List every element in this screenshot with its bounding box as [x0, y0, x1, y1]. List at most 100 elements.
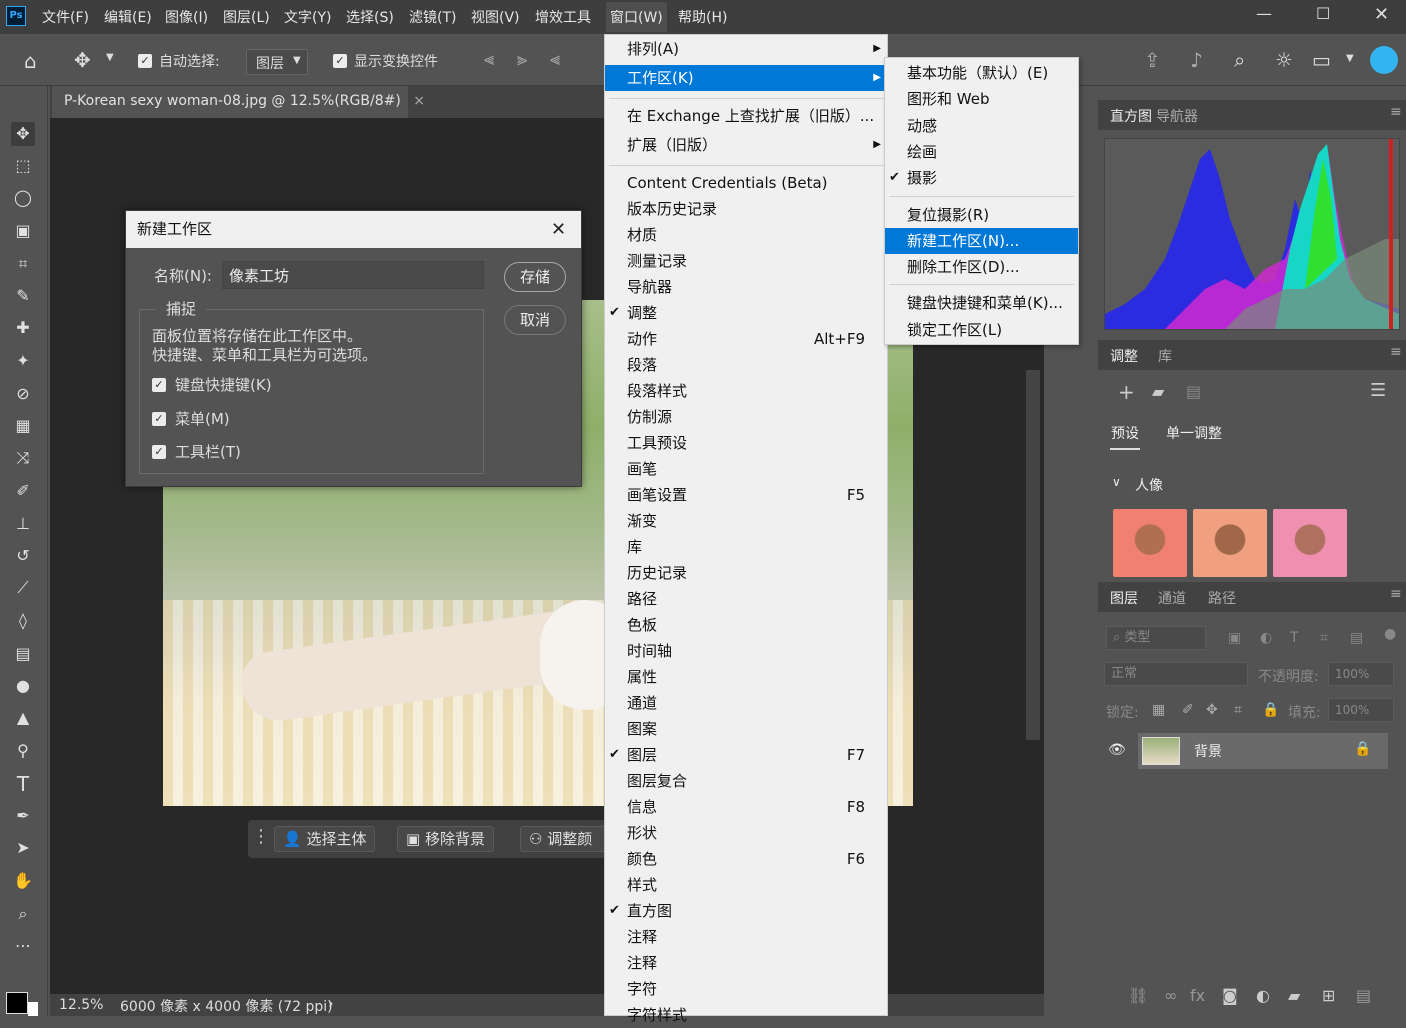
foreground-color-swatch[interactable] [6, 992, 28, 1014]
window-menu-item[interactable]: 历史记录 [605, 560, 887, 586]
tab-paths[interactable]: 路径 [1208, 588, 1236, 608]
shuffle-tool-icon[interactable]: ⤨ [11, 446, 35, 470]
eyedropper-tool-icon[interactable]: ✎ [11, 284, 35, 308]
healing-tool-icon[interactable]: ✚ [11, 316, 35, 340]
menu-0[interactable]: 文件(F) [42, 7, 89, 27]
window-menu-item[interactable]: 库 [605, 534, 887, 560]
link-layers-icon[interactable]: ∞ [1164, 986, 1177, 1005]
new-layer-icon[interactable]: ⊞ [1322, 986, 1335, 1005]
menu-5[interactable]: 选择(S) [346, 7, 394, 27]
move-tool-icon[interactable]: ✥ [11, 122, 35, 146]
brush-tool-icon[interactable]: ✐ [11, 479, 35, 503]
type-tool-icon[interactable]: T [11, 772, 35, 796]
panel-menu-icon[interactable]: ≡ [1390, 344, 1402, 360]
preset-thumbnail[interactable] [1273, 509, 1347, 577]
window-menu-item[interactable]: 调整 ✔ [605, 300, 887, 326]
window-menu-item[interactable]: 时间轴 [605, 638, 887, 664]
mask-icon[interactable]: ◙ [1222, 986, 1238, 1005]
select-subject-button[interactable]: 👤 选择主体 [274, 826, 376, 852]
window-menu-item[interactable]: 仿制源 [605, 404, 887, 430]
folder-icon[interactable]: ▰ [1152, 382, 1164, 401]
trash-icon[interactable]: ▤ [1186, 382, 1201, 401]
filter-toggle-icon[interactable]: ● [1384, 626, 1396, 642]
new-fill-layer-icon[interactable]: ◐ [1256, 986, 1270, 1005]
home-icon[interactable]: ⌂ [24, 49, 37, 73]
group-folder-icon[interactable]: ▰ [1288, 986, 1300, 1005]
window-menu-item[interactable]: 直方图 ✔ [605, 898, 887, 924]
lock-position-icon[interactable]: ✥ [1206, 702, 1218, 718]
preset-thumbnail[interactable] [1113, 509, 1187, 577]
link-icon[interactable]: ⛓ [1128, 986, 1148, 1005]
window-menu-item[interactable]: 在 Exchange 上查找扩展（旧版）... [605, 103, 887, 129]
vertical-scrollbar[interactable] [1026, 370, 1040, 740]
workspace-menu-item[interactable]: 复位摄影(R) [885, 202, 1078, 228]
bell-icon[interactable]: ♪ [1190, 48, 1203, 72]
tab-presets[interactable]: 预设 [1111, 423, 1139, 443]
window-menu-item[interactable]: 字符 [605, 976, 887, 1002]
close-tab-icon[interactable]: × [413, 93, 425, 109]
gradient-tool-icon[interactable]: ▤ [11, 642, 35, 666]
tab-library[interactable]: 库 [1158, 346, 1172, 366]
menu-7[interactable]: 视图(V) [471, 7, 520, 27]
minimize-icon[interactable]: — [1256, 4, 1272, 23]
document-tab[interactable]: P-Korean sexy woman-08.jpg @ 12.5%(RGB/8… [52, 86, 425, 118]
panel-menu-icon[interactable]: ≡ [1390, 104, 1402, 120]
auto-select-checkbox[interactable]: ✓ [138, 54, 152, 68]
menu-6[interactable]: 滤镜(T) [409, 7, 456, 27]
delete-layer-icon[interactable]: ▤ [1356, 986, 1371, 1005]
close-icon[interactable]: ✕ [551, 219, 566, 240]
path-select-tool-icon[interactable]: ➤ [11, 836, 35, 860]
stamp-tool-icon[interactable]: ⊥ [11, 512, 35, 536]
art-brush-tool-icon[interactable]: ⟋ [11, 576, 35, 600]
workspace-menu-item[interactable]: 新建工作区(N)... [885, 227, 1078, 254]
object-select-tool-icon[interactable]: ▣ [11, 219, 35, 243]
layer-row[interactable]: 背景 🔒 [1138, 733, 1388, 769]
toolbar-checkbox[interactable]: ✓ [152, 445, 166, 459]
fx-icon[interactable]: fx [1190, 986, 1205, 1005]
workspace-menu-item[interactable]: 键盘快捷键和菜单(K)... [885, 290, 1078, 316]
adjust-button[interactable]: ⚇ 调整颜 [520, 826, 616, 852]
bandage-tool-icon[interactable]: ⊘ [11, 382, 35, 406]
window-menu-item[interactable]: 动作 Alt+F9 [605, 326, 887, 352]
blend-mode-select[interactable]: 正常 [1104, 662, 1248, 686]
fill-field[interactable]: 100% [1328, 698, 1394, 722]
smart-object-filter-icon[interactable]: ▤ [1350, 630, 1363, 646]
chevron-down-icon[interactable]: ▼ [106, 52, 114, 63]
menu-4[interactable]: 文字(Y) [284, 7, 331, 27]
workspace-icon[interactable]: ▭ [1312, 48, 1331, 72]
layer-kind-filter[interactable]: ⌕ 类型 [1106, 626, 1206, 650]
window-menu-item[interactable]: 画笔设置 F5 [605, 482, 887, 508]
window-menu-item[interactable]: 渐变 [605, 508, 887, 534]
window-menu-item[interactable]: 图案 [605, 716, 887, 742]
menu-10[interactable]: 帮助(H) [678, 7, 727, 27]
workspace-menu-item[interactable]: 动感 [885, 113, 1078, 139]
photoshop-logo-icon[interactable]: Ps [6, 6, 26, 26]
workspace-menu-item[interactable]: 删除工作区(D)... [885, 254, 1078, 280]
panel-menu-icon[interactable]: ≡ [1390, 586, 1402, 602]
opacity-field[interactable]: 100% [1328, 662, 1394, 686]
blur-tool-icon[interactable]: ● [11, 674, 35, 698]
window-menu-item[interactable]: 字符样式 [605, 1002, 887, 1028]
window-menu-item[interactable]: 通道 [605, 690, 887, 716]
menu-9[interactable]: 窗口(W) [606, 2, 667, 32]
window-menu-item[interactable]: 排列(A) ▶ [605, 36, 887, 62]
adjust-filter-icon[interactable]: ◐ [1260, 630, 1272, 646]
window-menu-item[interactable]: 段落样式 [605, 378, 887, 404]
type-filter-icon[interactable]: T [1290, 630, 1299, 646]
chevron-down-icon[interactable]: ∨ [1112, 475, 1121, 489]
background-color-swatch[interactable] [28, 1002, 38, 1016]
preset-thumbnail[interactable] [1193, 509, 1267, 577]
pen-tool-icon[interactable]: ✒ [11, 804, 35, 828]
window-menu-item[interactable]: 图层 ✔ F7 [605, 742, 887, 768]
window-menu-item[interactable]: 样式 [605, 872, 887, 898]
window-menu-item[interactable]: 形状 [605, 820, 887, 846]
lock-brush-icon[interactable]: ✐ [1182, 702, 1194, 718]
window-menu-item[interactable]: 版本历史记录 [605, 196, 887, 222]
layer-select-dropdown[interactable]: 图层 ▼ [246, 49, 308, 75]
sharpen-tool-icon[interactable]: ▲ [11, 706, 35, 730]
workspace-menu-item[interactable]: 绘画 [885, 139, 1078, 165]
eraser-tool-icon[interactable]: ◊ [11, 609, 35, 633]
window-menu-item[interactable]: 画笔 [605, 456, 887, 482]
window-menu-item[interactable]: 属性 [605, 664, 887, 690]
workspace-menu-item[interactable]: 摄影 ✔ [885, 165, 1078, 191]
